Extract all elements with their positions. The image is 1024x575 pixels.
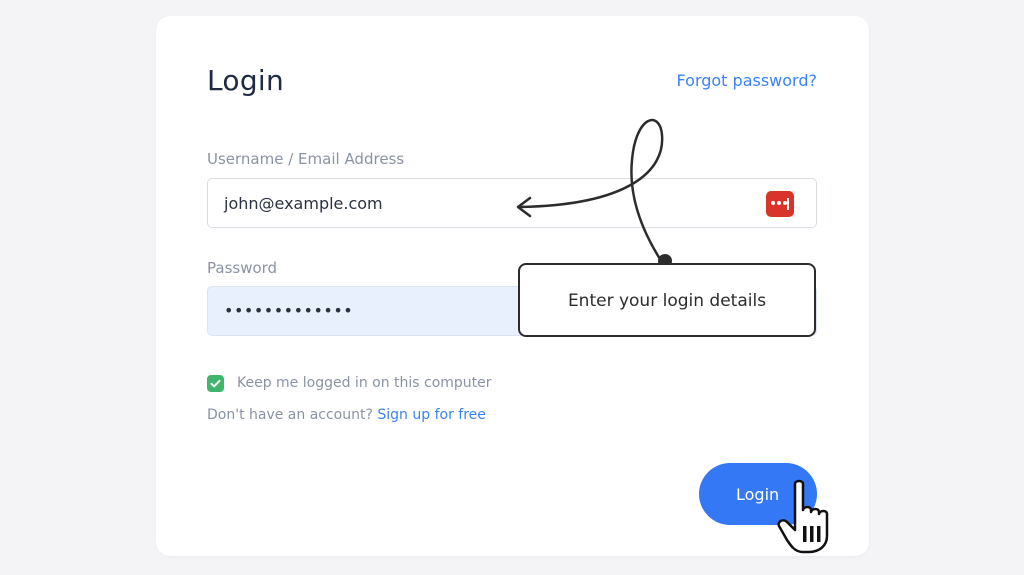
page: Login Forgot password? Username / Email … xyxy=(0,0,1024,575)
no-account-text: Don't have an account? xyxy=(207,407,373,423)
callout-text: Enter your login details xyxy=(567,291,767,311)
check-icon xyxy=(210,379,221,388)
username-field[interactable]: john@example.com xyxy=(207,178,817,228)
password-value: ••••••••••••• xyxy=(224,301,354,320)
password-label: Password xyxy=(207,259,278,277)
signup-link[interactable]: Sign up for free xyxy=(377,407,486,423)
remember-me-label: Keep me logged in on this computer xyxy=(237,375,492,391)
login-button-label: Login xyxy=(736,485,780,504)
signup-row: Don't have an account? Sign up for free xyxy=(207,407,486,423)
callout-box: Enter your login details xyxy=(518,263,816,337)
password-manager-icon[interactable] xyxy=(766,191,794,217)
forgot-password-link[interactable]: Forgot password? xyxy=(677,71,817,90)
page-title: Login xyxy=(207,64,285,97)
hand-pointer-icon xyxy=(777,479,829,554)
username-value: john@example.com xyxy=(224,194,383,213)
remember-me-checkbox[interactable] xyxy=(207,375,224,392)
username-label: Username / Email Address xyxy=(207,150,405,168)
